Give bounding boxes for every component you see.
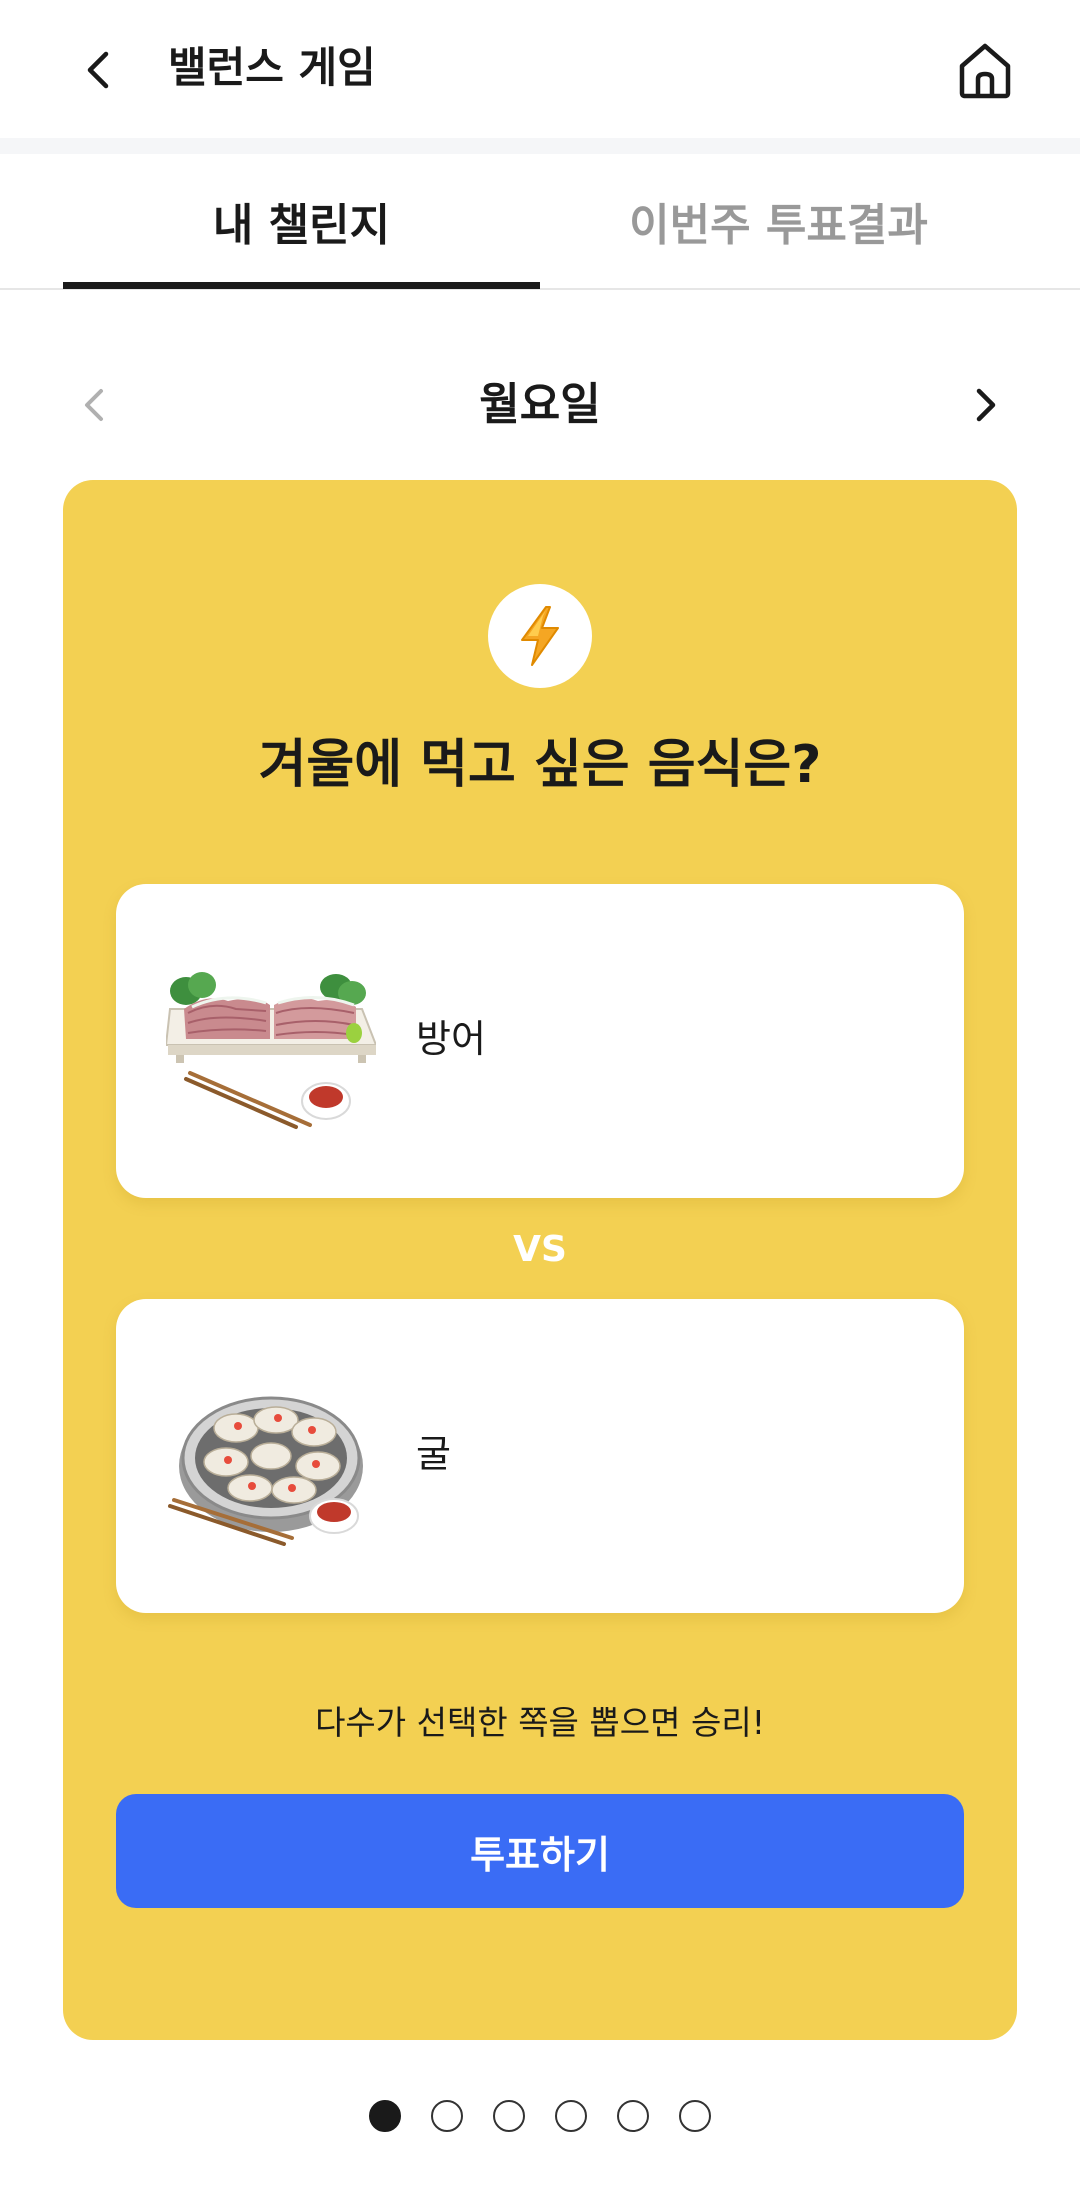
pagination-dots [0,2100,1080,2140]
option-label: 굴 [416,1432,451,1476]
option-label: 방어 [416,1017,486,1061]
vote-button[interactable]: 투표하기 [116,1794,964,1908]
page-title: 밸런스 게임 [168,43,376,92]
vs-label: VS [513,1229,567,1270]
tab-bar: 내 챌린지 이번주 투표결과 [0,154,1080,290]
page-dot-6[interactable] [679,2100,711,2132]
day-navigator: 월요일 [0,360,1080,450]
home-icon [959,43,1011,99]
tab-weekly-results[interactable]: 이번주 투표결과 [540,154,1017,288]
question-title: 겨울에 먹고 싶은 음식은? [258,735,822,795]
option-yellowtail[interactable]: 방어 [116,884,964,1198]
page-dot-4[interactable] [555,2100,587,2132]
previous-day-button[interactable] [60,365,130,445]
page-dot-5[interactable] [617,2100,649,2132]
home-button[interactable] [945,30,1025,110]
option-oyster[interactable]: 굴 [116,1299,964,1613]
tab-my-challenge[interactable]: 내 챌린지 [63,154,540,288]
balance-game-card: 겨울에 먹고 싶은 음식은? 방어 VS 굴 다수가 선택한 쪽을 뽑으면 승리… [63,480,1017,2040]
page-dot-3[interactable] [493,2100,525,2132]
lightning-bolt-icon [521,606,559,666]
page-dot-1[interactable] [369,2100,401,2132]
page-dot-2[interactable] [431,2100,463,2132]
header-divider [0,138,1080,154]
yellowtail-sashimi-image [166,972,376,1129]
oysters-image [168,1396,363,1546]
back-button[interactable] [60,30,140,110]
app-header: 밸런스 게임 [0,0,1080,138]
active-tab-indicator [63,282,540,289]
chevron-left-icon [85,389,103,421]
next-day-button[interactable] [950,365,1020,445]
hint-text: 다수가 선택한 쪽을 뽑으면 승리! [315,1703,765,1742]
day-label: 월요일 [479,379,601,430]
chevron-left-icon [87,51,109,89]
chevron-right-icon [976,388,996,422]
badge [488,584,592,688]
